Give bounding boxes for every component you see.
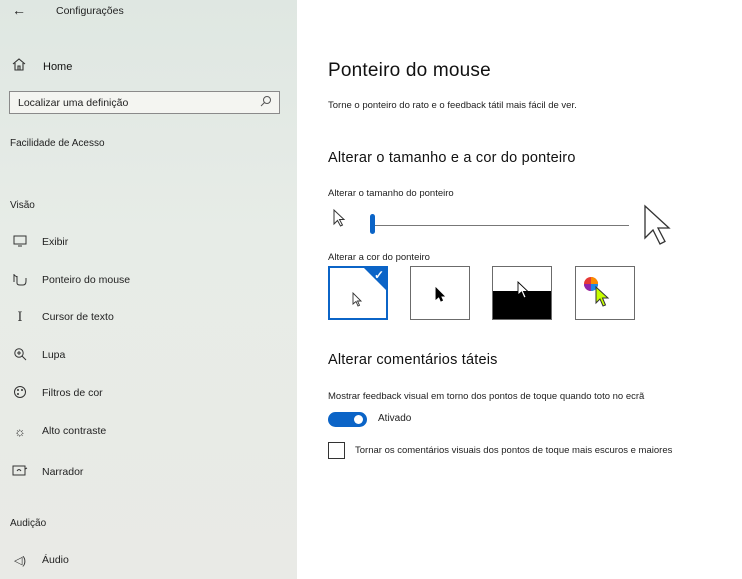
pointer-size-slider-thumb[interactable] (370, 214, 375, 234)
sidebar: ← Configurações Home Localizar uma defin… (0, 0, 297, 579)
pointer-color-white-option[interactable]: ✓ (328, 266, 388, 320)
sidebar-item-label: Lupa (42, 349, 66, 361)
size-label: Alterar o tamanho do ponteiro (328, 188, 454, 199)
page-title: Ponteiro do mouse (328, 60, 491, 81)
color-label: Alterar a cor do ponteiro (328, 252, 430, 263)
toggle-state-label: Ativado (378, 413, 412, 424)
search-icon[interactable] (260, 95, 272, 110)
small-pointer-icon (332, 208, 348, 233)
touch-feedback-heading: Alterar comentários táteis (328, 352, 498, 368)
sidebar-item-narrator[interactable]: Narrador (10, 462, 83, 482)
sidebar-item-color-filters[interactable]: Filtros de cor (10, 383, 103, 403)
sidebar-item-high-contrast[interactable]: ☼ Alto contraste (10, 421, 106, 441)
pointer-icon (10, 272, 30, 289)
page-description: Torne o ponteiro do rato e o feedback tá… (328, 100, 577, 111)
home-label: Home (43, 61, 73, 73)
sidebar-item-magnifier[interactable]: Lupa (10, 345, 65, 365)
sidebar-item-label: Filtros de cor (42, 387, 103, 399)
sidebar-item-label: Ponteiro do mouse (42, 274, 131, 286)
group-heading-vision: Visão (10, 200, 35, 211)
touch-feedback-label: Mostrar feedback visual em torno dos pon… (328, 391, 645, 402)
narrator-icon (10, 464, 30, 481)
sidebar-item-label: Alto contraste (42, 425, 107, 437)
pointer-color-inverted-option[interactable] (492, 266, 552, 320)
checkmark-icon: ✓ (373, 268, 384, 282)
sidebar-item-label: Exibir (42, 236, 69, 248)
category-heading: Facilidade de Acesso (10, 138, 105, 149)
home-nav-item[interactable]: Home (12, 58, 72, 76)
monitor-icon (10, 235, 30, 250)
sidebar-item-label: Narrador (42, 466, 84, 478)
text-cursor-icon: I (17, 309, 23, 325)
pointer-color-custom-option[interactable] (575, 266, 635, 320)
settings-search-input[interactable]: Localizar uma definição (9, 91, 280, 114)
color-filter-icon (10, 385, 30, 402)
back-arrow-icon[interactable]: ← (12, 2, 26, 18)
title-bar: ← Configurações (0, 0, 297, 32)
sidebar-item-label: Cursor de texto (42, 311, 114, 323)
toggle-knob (354, 415, 363, 424)
search-placeholder: Localizar uma definição (18, 97, 129, 109)
sidebar-item-mouse-pointer[interactable]: Ponteiro do mouse (10, 270, 130, 290)
size-color-heading: Alterar o tamanho e a cor do ponteiro (328, 150, 576, 166)
darker-larger-feedback-checkbox[interactable] (328, 442, 345, 459)
group-heading-hearing: Audição (10, 518, 47, 529)
sidebar-item-text-cursor[interactable]: I Cursor de texto (10, 307, 114, 327)
high-contrast-icon: ☼ (14, 423, 26, 439)
home-icon (12, 58, 30, 76)
app-title: Configurações (56, 5, 124, 17)
sidebar-item-audio[interactable]: ◁) Áudio (10, 550, 69, 570)
checkbox-label: Tornar os comentários visuais dos pontos… (355, 445, 673, 456)
large-pointer-icon (642, 203, 678, 252)
speaker-icon: ◁) (13, 554, 27, 567)
magnifier-icon (10, 347, 30, 364)
touch-feedback-toggle[interactable] (328, 412, 367, 427)
pointer-size-slider-track[interactable] (375, 225, 629, 226)
pointer-color-black-option[interactable] (410, 266, 470, 320)
main-content: Ponteiro do mouse Torne o ponteiro do ra… (297, 0, 742, 579)
sidebar-item-display[interactable]: Exibir (10, 232, 68, 252)
sidebar-item-label: Áudio (42, 554, 69, 566)
